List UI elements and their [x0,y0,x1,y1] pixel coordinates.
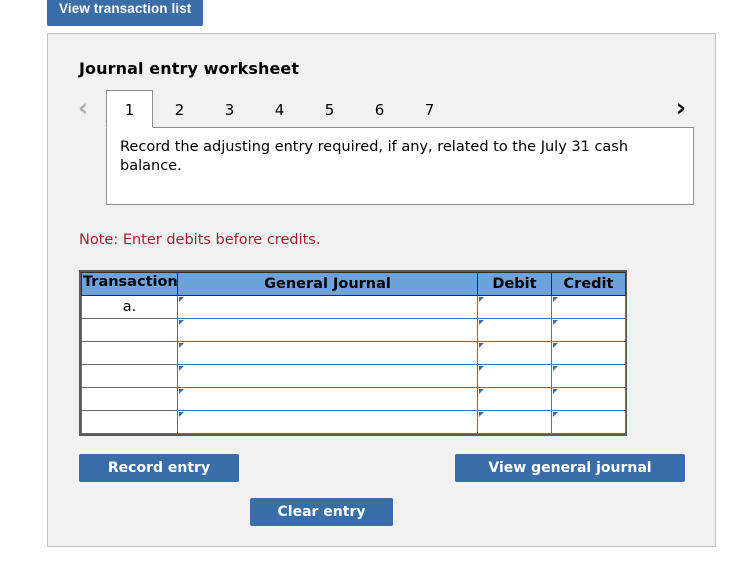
question-prompt-text: Record the adjusting entry required, if … [120,139,629,174]
worksheet-tab-7[interactable]: 7 [406,90,453,128]
cell-credit-input[interactable] [551,318,626,342]
cell-credit-input[interactable] [551,410,626,434]
worksheet-tab-6[interactable]: 6 [356,90,403,128]
record-entry-button[interactable]: Record entry [79,454,239,482]
column-header-debit: Debit [477,272,552,296]
cell-debit-input[interactable] [477,410,552,434]
view-transaction-list-button[interactable]: View transaction list [47,0,204,26]
cell-credit-input[interactable] [551,341,626,365]
column-header-transaction: Transaction [81,272,178,296]
cell-general-journal-input[interactable] [177,341,478,365]
worksheet-tab-5[interactable]: 5 [306,90,353,128]
question-prompt-box: Record the adjusting entry required, if … [106,127,694,205]
cell-transaction[interactable] [81,318,178,342]
cell-credit-input[interactable] [551,364,626,388]
cell-general-journal-input[interactable] [177,364,478,388]
table-row [81,341,626,365]
cell-debit-input[interactable] [477,295,552,319]
cell-general-journal-input[interactable] [177,318,478,342]
worksheet-tab-1[interactable]: 1 [106,90,153,128]
cell-debit-input[interactable] [477,364,552,388]
table-row [81,364,626,388]
table-header-row: Transaction General Journal Debit Credit [81,272,626,296]
journal-entry-worksheet-panel: Journal entry worksheet ‹ 1234567 › Reco… [47,33,716,547]
chevron-left-icon[interactable]: ‹ [70,90,96,128]
cell-transaction[interactable] [81,387,178,411]
cell-debit-input[interactable] [477,341,552,365]
cell-general-journal-input[interactable] [177,295,478,319]
worksheet-tab-2[interactable]: 2 [156,90,203,128]
cell-general-journal-input[interactable] [177,387,478,411]
table-row [81,387,626,411]
cell-transaction[interactable]: a. [81,295,178,319]
clear-entry-button[interactable]: Clear entry [250,498,393,526]
table-row [81,318,626,342]
cell-transaction[interactable] [81,341,178,365]
cell-credit-input[interactable] [551,387,626,411]
debits-before-credits-note: Note: Enter debits before credits. [79,232,321,248]
column-header-transaction-label: Transaction [83,274,178,290]
cell-debit-input[interactable] [477,387,552,411]
cell-transaction[interactable] [81,410,178,434]
worksheet-tab-4[interactable]: 4 [256,90,303,128]
worksheet-tab-3[interactable]: 3 [206,90,253,128]
table-body: a. [81,295,626,434]
view-general-journal-button[interactable]: View general journal [455,454,685,482]
column-header-general-journal: General Journal [177,272,478,296]
cell-general-journal-input[interactable] [177,410,478,434]
table-row [81,410,626,434]
page-title: Journal entry worksheet [79,59,300,78]
cell-transaction[interactable] [81,364,178,388]
column-header-credit: Credit [551,272,626,296]
table-row: a. [81,295,626,319]
general-journal-table: Transaction General Journal Debit Credit… [79,270,627,436]
chevron-right-icon[interactable]: › [668,90,694,128]
cell-credit-input[interactable] [551,295,626,319]
worksheet-pager: ‹ 1234567 › [70,90,695,128]
cell-debit-input[interactable] [477,318,552,342]
